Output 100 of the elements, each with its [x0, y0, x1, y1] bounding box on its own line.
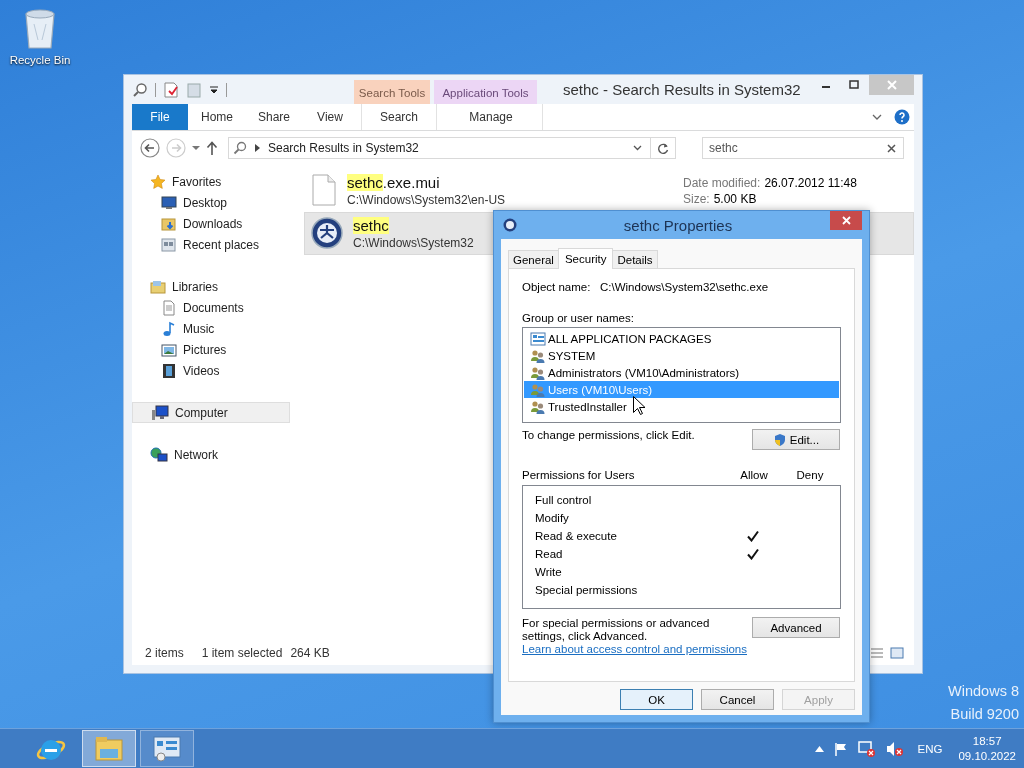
list-label: Permissions for Users — [522, 469, 636, 481]
back-icon[interactable] — [140, 138, 160, 158]
column-header: Deny — [795, 469, 825, 481]
permission-name: Read — [535, 548, 564, 560]
file-path: C:\Windows\System32 — [353, 236, 475, 250]
clear-icon[interactable] — [887, 144, 896, 153]
caret-up-icon[interactable] — [814, 745, 824, 752]
item-count: 2 items — [145, 646, 184, 660]
computer-icon — [151, 404, 169, 421]
permission-name: Full control — [535, 494, 593, 506]
file-menu-button[interactable]: File — [132, 104, 188, 130]
dropdown-icon[interactable] — [209, 84, 219, 95]
address-bar[interactable]: Search Results in System32 — [228, 137, 676, 159]
star-icon — [150, 173, 166, 190]
library-icon — [150, 278, 166, 295]
contextual-tab-header: Search Tools — [354, 80, 430, 104]
chevron-down-icon — [633, 145, 642, 151]
ribbon-tab[interactable]: Home — [188, 104, 246, 130]
nav-item[interactable]: Pictures — [132, 339, 290, 360]
detail-value: 5.00 KB — [713, 192, 757, 206]
column-header: Allow — [739, 469, 769, 481]
nav-item[interactable]: Recent places — [132, 234, 290, 255]
ribbon-tab[interactable]: Search — [361, 104, 437, 130]
nav-item[interactable]: Network — [132, 444, 290, 465]
window-title: sethc - Search Results in System32 — [562, 80, 802, 100]
tab[interactable]: General — [508, 250, 559, 268]
edition-text: Windows 8 — [948, 682, 1019, 701]
close-icon — [886, 80, 897, 90]
result-row[interactable]: sethc.exe.mui C:\Windows\System32\en-US Date modified: 26.07.2012 11:48 Size: 5.00 KB — [304, 169, 914, 212]
music-note-icon — [161, 320, 177, 337]
user-list-item[interactable]: ALL APPLICATION PACKAGES — [524, 330, 839, 347]
nav-item[interactable]: Favorites — [132, 171, 290, 192]
nav-item[interactable]: Desktop — [132, 192, 290, 213]
chevron-down-icon[interactable] — [872, 113, 882, 121]
document-icon — [161, 299, 177, 316]
ribbon-tab[interactable]: View — [302, 104, 358, 130]
monitor-icon — [161, 194, 177, 211]
edition-text: Build 9200 — [950, 705, 1019, 724]
clock-date[interactable]: 09.10.2022 — [958, 748, 1016, 764]
ribbon-tab[interactable]: Share — [246, 104, 302, 130]
users-icon — [530, 365, 546, 380]
picture-frame-icon — [161, 341, 177, 358]
recycle-bin-icon — [22, 6, 58, 50]
close-icon — [841, 216, 851, 225]
close-button[interactable] — [830, 211, 862, 230]
flag-icon[interactable] — [833, 741, 848, 756]
edit-button[interactable]: Edit... — [752, 429, 840, 450]
help-icon[interactable] — [894, 109, 910, 125]
hint-text: For special permissions or advanced settings, click Advanced. — [522, 617, 711, 643]
object-name: C:\Windows\System32\sethc.exe — [600, 281, 769, 293]
user-list-item[interactable]: TrustedInstaller — [524, 398, 839, 415]
network-icon — [150, 446, 168, 463]
field-label: Object name: — [522, 281, 592, 293]
advanced-button[interactable]: Advanced — [752, 617, 840, 638]
network-error-icon[interactable] — [857, 740, 876, 757]
up-arrow-icon[interactable] — [206, 140, 218, 156]
taskbar-button[interactable] — [140, 730, 194, 767]
properties-icon[interactable] — [163, 81, 179, 98]
mouse-pointer-icon — [633, 396, 645, 415]
permission-name: Write — [535, 566, 563, 578]
desktop-icon[interactable]: Recycle Bin — [2, 6, 78, 66]
breadcrumb-arrow-icon — [255, 144, 260, 152]
detail-value: 26.07.2012 11:48 — [764, 176, 857, 190]
dialog-button[interactable]: Cancel — [701, 689, 774, 710]
nav-item[interactable]: Music — [132, 318, 290, 339]
clock-time[interactable]: 18:57 — [972, 733, 1002, 749]
maximize-icon — [849, 80, 859, 90]
detail-label: Size: — [683, 192, 710, 206]
nav-item[interactable]: Computer — [132, 402, 290, 423]
magnifier-icon[interactable] — [132, 81, 148, 98]
nav-item[interactable]: Libraries — [132, 276, 290, 297]
nav-item[interactable]: Videos — [132, 360, 290, 381]
clock-folder-icon — [161, 236, 177, 253]
tab[interactable]: Details — [612, 250, 658, 268]
selection-size: 264 KB — [290, 646, 330, 660]
dialog-title: sethc Properties — [622, 216, 734, 234]
selection-info: 1 item selected — [201, 646, 283, 660]
language-indicator[interactable]: ENG — [917, 742, 943, 755]
shield-icon — [772, 432, 787, 447]
tab[interactable]: Security — [557, 248, 614, 269]
permission-name: Read & execute — [535, 530, 618, 542]
help-link[interactable]: Learn about access control and permissions — [522, 643, 747, 655]
ribbon-tab[interactable]: Manage — [440, 104, 543, 130]
file-icon — [311, 174, 337, 206]
nav-item[interactable]: Downloads — [132, 213, 290, 234]
dialog-button[interactable]: OK — [620, 689, 693, 710]
permission-name: Special permissions — [535, 584, 639, 596]
detail-label: Date modified: — [683, 176, 761, 190]
speaker-muted-icon[interactable] — [885, 740, 904, 757]
nav-item[interactable]: Documents — [132, 297, 290, 318]
permission-name: Modify — [535, 512, 570, 524]
search-field[interactable]: sethc — [702, 137, 904, 159]
file-name: sethc.exe.mui — [347, 174, 441, 191]
contextual-tab-header: Application Tools — [434, 80, 537, 104]
hint-text: To change permissions, click Edit. — [522, 429, 695, 441]
user-list-item[interactable]: SYSTEM — [524, 347, 839, 364]
user-list-item[interactable]: Administrators (VM10\Administrators) — [524, 364, 839, 381]
control-panel-icon — [152, 734, 182, 763]
film-icon — [161, 362, 177, 379]
refresh-icon — [657, 141, 669, 155]
